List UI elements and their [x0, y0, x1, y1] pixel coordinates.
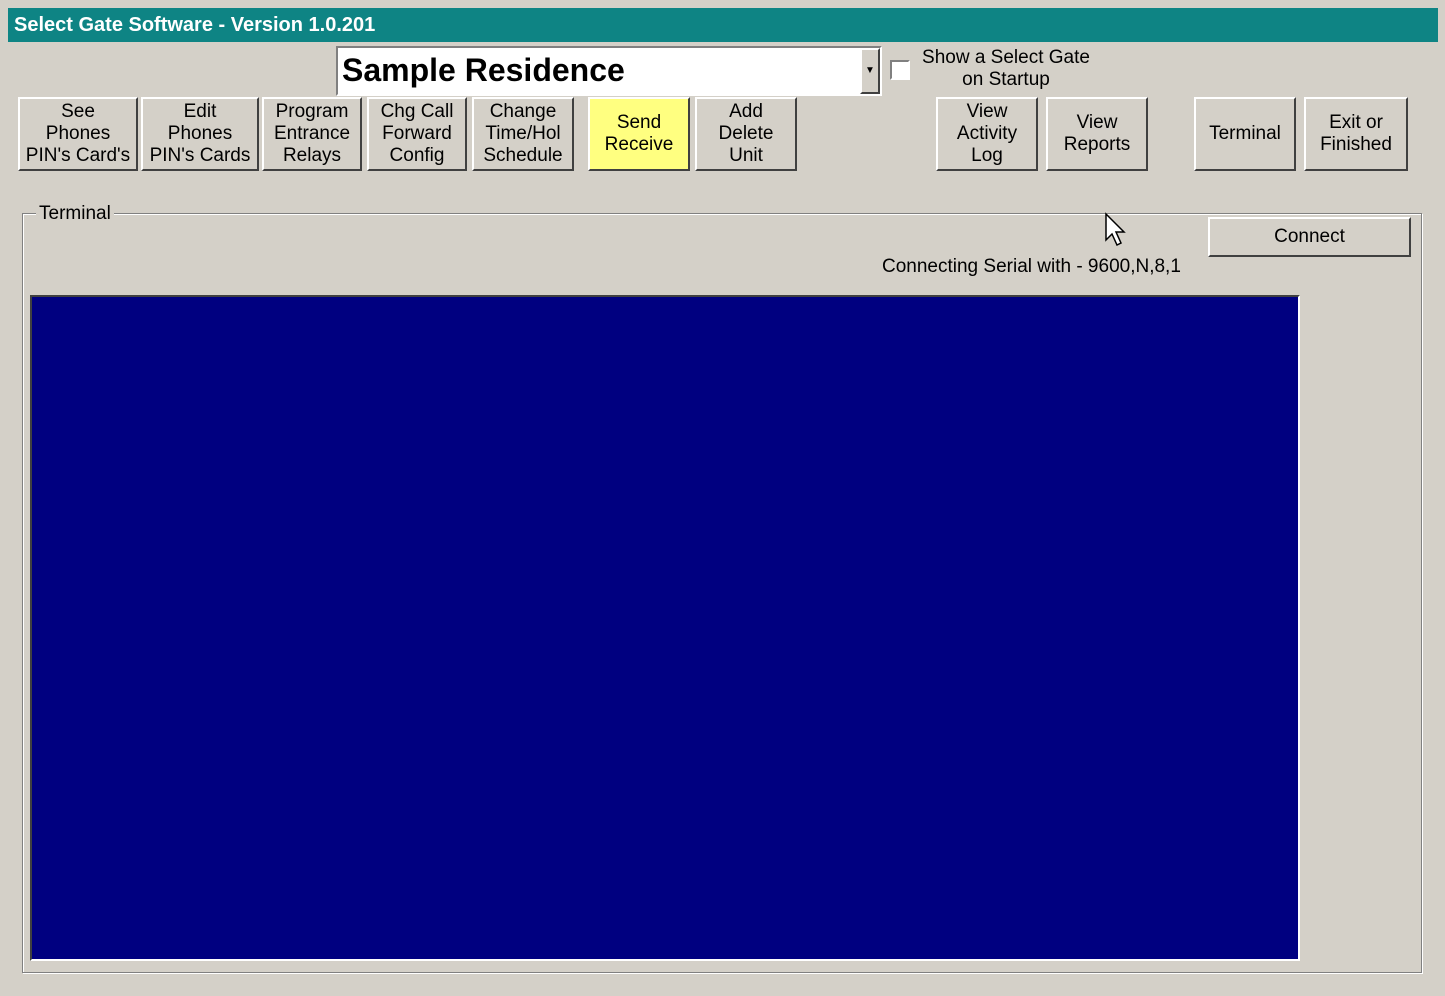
- terminal-output-area[interactable]: [30, 295, 1300, 961]
- chevron-down-icon[interactable]: ▼: [860, 48, 880, 94]
- program-relays-button[interactable]: Program Entrance Relays: [262, 97, 362, 171]
- see-phones-button[interactable]: See Phones PIN's Card's: [18, 97, 138, 171]
- edit-phones-button[interactable]: Edit Phones PIN's Cards: [141, 97, 259, 171]
- call-forward-button[interactable]: Chg Call Forward Config: [367, 97, 467, 171]
- view-reports-button[interactable]: View Reports: [1046, 97, 1148, 171]
- send-receive-button[interactable]: Send Receive: [588, 97, 690, 171]
- site-selector-dropdown[interactable]: Sample Residence ▼: [336, 46, 882, 96]
- connect-button[interactable]: Connect: [1208, 217, 1411, 257]
- terminal-group-legend: Terminal: [36, 203, 114, 225]
- schedule-button[interactable]: Change Time/Hol Schedule: [472, 97, 574, 171]
- site-selector-value: Sample Residence: [342, 52, 625, 88]
- add-delete-unit-button[interactable]: Add Delete Unit: [695, 97, 797, 171]
- window-title: Select Gate Software - Version 1.0.201: [14, 14, 376, 36]
- exit-button[interactable]: Exit or Finished: [1304, 97, 1408, 171]
- mouse-pointer-icon: [1105, 212, 1126, 247]
- terminal-button[interactable]: Terminal: [1194, 97, 1296, 171]
- startup-checkbox-label: Show a Select Gate on Startup: [922, 47, 1090, 90]
- connection-status: Connecting Serial with - 9600,N,8,1: [882, 256, 1181, 277]
- view-activity-log-button[interactable]: View Activity Log: [936, 97, 1038, 171]
- startup-checkbox[interactable]: [890, 60, 910, 80]
- title-bar: Select Gate Software - Version 1.0.201: [8, 8, 1438, 42]
